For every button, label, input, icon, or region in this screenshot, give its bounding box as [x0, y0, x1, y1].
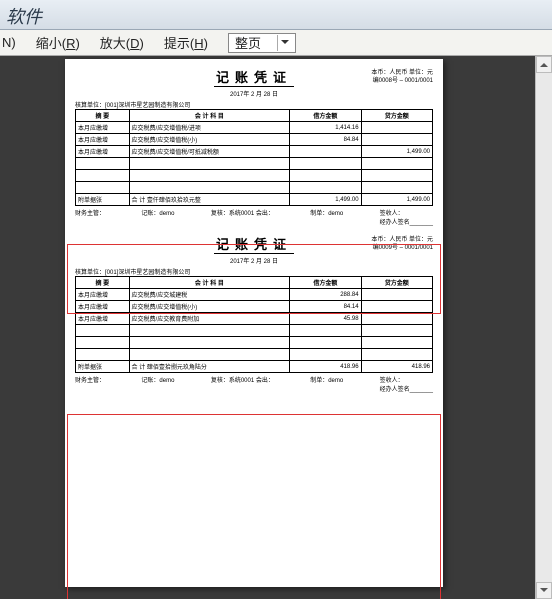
col-account: 会 计 科 目	[129, 110, 290, 122]
table-row: 本月应缴增应交税费/应交教育费附加45.98	[76, 313, 433, 325]
company-label: 核算单位：[001]深圳市星艺园制造有限公司	[75, 267, 190, 276]
col-summary: 摘 要	[76, 277, 130, 289]
table-row: 本月应缴增应交税费/应交增值税/可抵减税额1,499.00	[76, 146, 433, 158]
col-account: 会 计 科 目	[129, 277, 290, 289]
voucher-table: 摘 要 会 计 科 目 借方金额 贷方金额 本月应缴增应交税费/应交城建税288…	[75, 276, 433, 373]
table-row	[76, 182, 433, 194]
voucher-1: 记账凭证 2017年 2 月 28 日 本币：人民币 单位：元 编0008号 –…	[75, 67, 433, 226]
voucher-currency: 本币：人民币 单位：元	[371, 69, 433, 77]
scroll-down-button[interactable]	[536, 582, 552, 599]
scroll-up-button[interactable]	[536, 56, 552, 73]
zoom-in-button[interactable]: 放大(D)	[100, 33, 144, 52]
toolbar-btn-n[interactable]: N)	[2, 35, 16, 50]
table-row	[76, 158, 433, 170]
window-title: 软件	[6, 3, 42, 29]
voucher-date: 2017年 2 月 28 日	[75, 256, 433, 265]
hint-button[interactable]: 提示(H)	[164, 33, 208, 52]
table-row	[76, 337, 433, 349]
table-row: 本月应缴增应交税费/应交增值税/进项1,414.16	[76, 122, 433, 134]
zoom-select[interactable]: 整页	[228, 33, 296, 53]
table-row: 本月应缴增应交税费/应交增值税(小)84.14	[76, 301, 433, 313]
voucher-date: 2017年 2 月 28 日	[75, 89, 433, 98]
table-row	[76, 170, 433, 182]
signature-row: 财务主管： 记账：demo 复核：系统0001 会出： 制单：demo 签收人：…	[75, 206, 433, 226]
col-summary: 摘 要	[76, 110, 130, 122]
voucher-2: 记账凭证 2017年 2 月 28 日 本币：人民币 单位：元 编0009号 –…	[75, 234, 433, 393]
table-row	[76, 349, 433, 361]
voucher-number: 编0009号 – 0001/0001	[371, 244, 433, 252]
table-row: 本月应缴增应交税费/应交城建税288.84	[76, 289, 433, 301]
table-row: 本月应缴增应交税费/应交增值税(小)84.84	[76, 134, 433, 146]
col-debit: 借方金额	[290, 277, 361, 289]
col-credit: 贷方金额	[361, 277, 432, 289]
vertical-scrollbar[interactable]	[535, 56, 552, 599]
preview-stage: 记账凭证 2017年 2 月 28 日 本币：人民币 单位：元 编0008号 –…	[0, 56, 552, 599]
window-titlebar: 软件	[0, 0, 552, 30]
voucher-title: 记账凭证	[214, 234, 294, 254]
voucher-table: 摘 要 会 计 科 目 借方金额 贷方金额 本月应缴增应交税费/应交增值税/进项…	[75, 109, 433, 206]
col-debit: 借方金额	[290, 110, 361, 122]
voucher-currency: 本币：人民币 单位：元	[371, 236, 433, 244]
chevron-down-icon	[277, 35, 293, 51]
zoom-out-button[interactable]: 缩小(R)	[36, 33, 80, 52]
voucher-title: 记账凭证	[214, 67, 294, 87]
table-row	[76, 325, 433, 337]
company-label: 核算单位：[001]深圳市星艺园制造有限公司	[75, 100, 190, 109]
toolbar: N) 缩小(R) 放大(D) 提示(H) 整页	[0, 30, 552, 56]
signature-row: 财务主管： 记账：demo 复核：系统0001 会出： 制单：demo 签收人：…	[75, 373, 433, 393]
col-credit: 贷方金额	[361, 110, 432, 122]
zoom-select-value: 整页	[235, 33, 261, 52]
preview-page: 记账凭证 2017年 2 月 28 日 本币：人民币 单位：元 编0008号 –…	[65, 59, 443, 587]
voucher-number: 编0008号 – 0001/0001	[371, 77, 433, 85]
